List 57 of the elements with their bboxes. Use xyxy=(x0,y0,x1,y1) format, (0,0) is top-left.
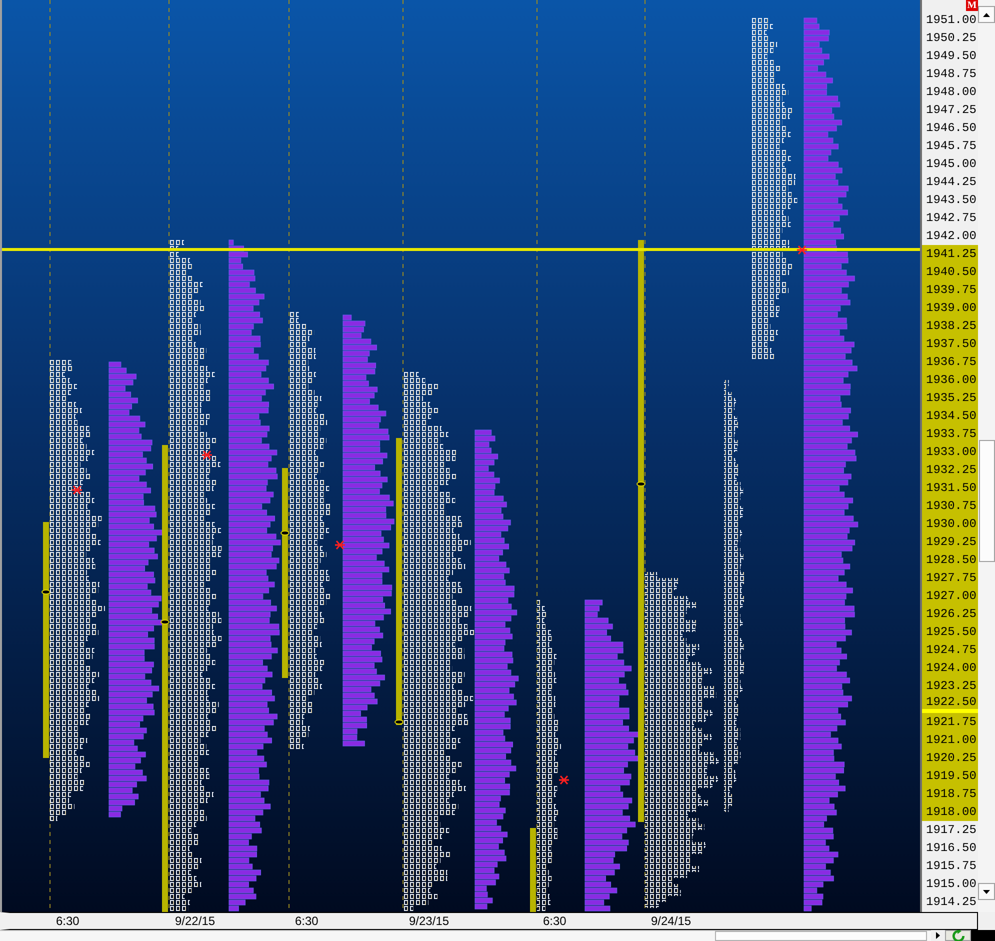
price-label: 1934.50 xyxy=(922,407,978,425)
price-label: 1947.25 xyxy=(925,102,978,119)
price-label: 1926.25 xyxy=(922,605,978,623)
price-label: 1918.75 xyxy=(922,785,978,803)
price-label: 1927.75 xyxy=(922,569,978,587)
price-label: 1928.50 xyxy=(922,551,978,569)
price-label: 1933.00 xyxy=(922,443,978,461)
time-label: 9/22/15 xyxy=(175,914,216,928)
price-label: 1917.25 xyxy=(925,822,978,839)
price-label: 1944.25 xyxy=(925,174,978,191)
time-label: 6:30 xyxy=(295,914,318,928)
price-label: 1921.75 xyxy=(922,713,978,731)
price-label: 1937.50 xyxy=(922,335,978,353)
price-label: 1948.00 xyxy=(925,84,978,101)
m-badge[interactable]: M xyxy=(966,0,978,11)
price-label: 1942.75 xyxy=(925,210,978,227)
price-label: 1941.25 xyxy=(922,245,978,263)
price-label: 1933.75 xyxy=(922,425,978,443)
price-label: 1940.50 xyxy=(922,263,978,281)
price-label: 1924.00 xyxy=(922,659,978,677)
price-label: 1915.00 xyxy=(925,876,978,893)
time-label: 9/24/15 xyxy=(651,914,692,928)
price-label: 1914.25 xyxy=(925,894,978,911)
time-label: 6:30 xyxy=(56,914,80,928)
price-label: 1939.75 xyxy=(922,281,978,299)
price-label: 1920.25 xyxy=(922,749,978,767)
price-label: 1931.50 xyxy=(922,479,978,497)
price-label: 1925.50 xyxy=(922,623,978,641)
price-label: 1921.00 xyxy=(922,731,978,749)
price-label: 1943.50 xyxy=(925,192,978,209)
price-label: 1923.25 xyxy=(922,677,978,695)
price-label: 1919.50 xyxy=(922,767,978,785)
price-label: 1936.00 xyxy=(922,371,978,389)
time-label: 9/23/15 xyxy=(409,914,450,928)
price-label: 1930.75 xyxy=(922,497,978,515)
price-label: 1924.75 xyxy=(922,641,978,659)
price-label: 1939.00 xyxy=(922,299,978,317)
price-label: 1945.75 xyxy=(925,138,978,155)
time-label: 6:30 xyxy=(543,914,566,928)
price-label: 1950.25 xyxy=(925,30,978,47)
price-label: 1927.00 xyxy=(922,587,978,605)
price-label: 1922.50 xyxy=(922,695,978,713)
price-label: 1929.25 xyxy=(922,533,978,551)
price-label: 1948.75 xyxy=(925,66,978,83)
price-label: 1936.75 xyxy=(922,353,978,371)
price-label: 1942.00 xyxy=(925,228,978,245)
price-label: 1949.50 xyxy=(925,48,978,65)
price-label: 1935.25 xyxy=(922,389,978,407)
price-label: 1951.00 xyxy=(925,12,978,29)
price-label: 1945.00 xyxy=(925,156,978,173)
price-label: 1938.25 xyxy=(922,317,978,335)
price-label: 1916.50 xyxy=(925,840,978,857)
price-label: 1915.75 xyxy=(925,858,978,875)
price-label: 1932.25 xyxy=(922,461,978,479)
price-label: 1930.00 xyxy=(922,515,978,533)
price-label: 1918.00 xyxy=(922,803,978,821)
price-label: 1946.50 xyxy=(925,120,978,137)
